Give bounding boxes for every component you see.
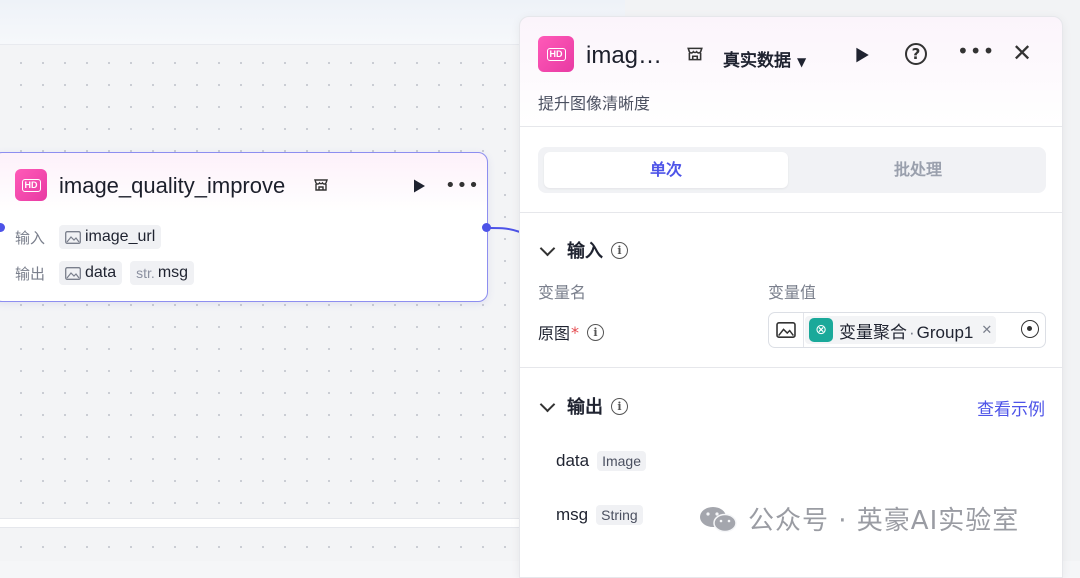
- close-icon[interactable]: ✕: [1012, 39, 1032, 67]
- output-chip-data: data: [59, 261, 123, 285]
- column-variable-name: 变量名: [538, 283, 587, 302]
- output-chip-msg: str. msg: [130, 261, 195, 285]
- store-icon: [687, 47, 703, 61]
- divider: [520, 367, 1062, 368]
- node-input-row: 输入 image_url: [15, 225, 169, 249]
- more-icon[interactable]: •••: [957, 39, 995, 63]
- output-row-data: data Image: [556, 451, 647, 471]
- node-title: image_quality_improve: [59, 173, 286, 198]
- node-output-row: 输出 data str. msg: [15, 261, 202, 285]
- output-row-msg: msg String: [556, 505, 643, 525]
- real-data-dropdown[interactable]: 真实数据 ▼: [723, 46, 806, 71]
- remove-tag-icon[interactable]: ✕: [981, 323, 992, 338]
- image-icon: [65, 266, 81, 280]
- column-variable-value: 变量值: [768, 283, 817, 302]
- info-icon[interactable]: i: [611, 397, 628, 415]
- output-label: 输出: [15, 264, 46, 283]
- watermark: 公众号 · 英豪AI实验室: [698, 500, 1019, 537]
- param-original-image: 原图 * i: [538, 320, 605, 344]
- input-label: 输入: [15, 228, 46, 247]
- input-chip: image_url: [59, 225, 162, 249]
- tab-single[interactable]: 单次: [544, 152, 788, 188]
- variable-pick-icon[interactable]: [1021, 320, 1039, 338]
- input-section-header[interactable]: 输入 i: [538, 237, 628, 263]
- store-icon: [314, 179, 328, 191]
- help-icon[interactable]: ?: [905, 43, 927, 65]
- wechat-icon: [700, 506, 737, 532]
- variable-aggregate-icon: ⊗: [809, 318, 833, 342]
- info-icon[interactable]: i: [587, 323, 605, 341]
- variable-value-selector[interactable]: ⊗ 变量聚合 · Group1 ✕: [768, 312, 1046, 348]
- panel-description: 提升图像清晰度: [538, 94, 651, 113]
- node-card[interactable]: HD image_quality_improve ••• 输入 image_ur…: [0, 152, 488, 302]
- chevron-down-icon: [539, 396, 556, 412]
- variable-tag: ⊗ 变量聚合 · Group1 ✕: [805, 316, 997, 344]
- image-type-icon: [769, 313, 804, 347]
- caret-down-icon: ▼: [797, 55, 807, 69]
- output-section-header[interactable]: 输出 i: [538, 393, 628, 419]
- view-example-link[interactable]: 查看示例: [977, 395, 1045, 420]
- hd-icon: HD: [538, 36, 574, 72]
- run-mode-tabs: 单次 批处理: [538, 147, 1046, 193]
- node-detail-panel: HD imag… 真实数据 ▼ ? ••• ✕ 提升图像清晰度 单次 批处理 输入…: [519, 16, 1063, 578]
- divider: [520, 212, 1062, 213]
- run-icon[interactable]: [411, 178, 427, 194]
- more-icon[interactable]: •••: [445, 175, 480, 196]
- run-icon[interactable]: [853, 46, 871, 64]
- chevron-down-icon: [539, 240, 556, 256]
- type-badge: String: [596, 505, 643, 525]
- tab-batch[interactable]: 批处理: [796, 152, 1040, 188]
- divider: [520, 126, 1062, 127]
- panel-title: imag…: [586, 42, 663, 69]
- hd-icon: HD: [15, 169, 47, 201]
- info-icon[interactable]: i: [611, 241, 628, 259]
- type-badge: Image: [597, 451, 647, 471]
- node-output-port[interactable]: [482, 223, 491, 232]
- required-mark: *: [571, 322, 580, 342]
- image-icon: [65, 230, 81, 244]
